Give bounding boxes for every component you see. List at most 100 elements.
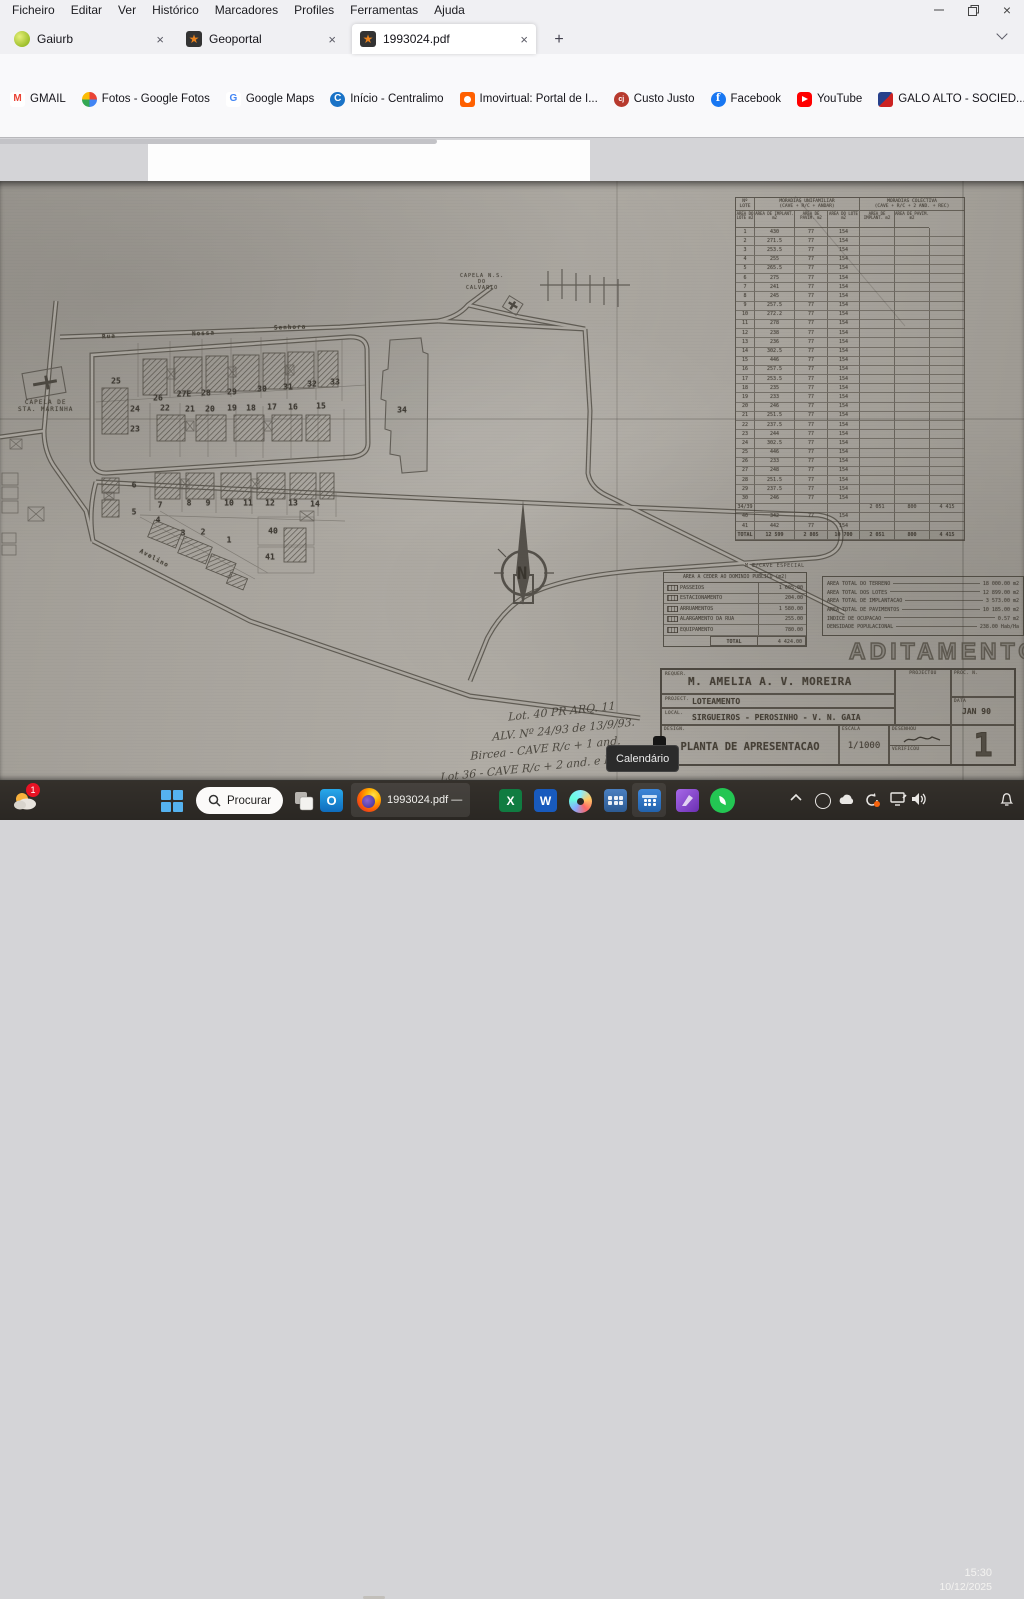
table-cell: 446 bbox=[754, 357, 794, 366]
lot-label-2: 2 bbox=[201, 528, 206, 537]
word-icon[interactable]: W bbox=[534, 789, 557, 812]
excel-icon[interactable]: X bbox=[499, 789, 522, 812]
horizontal-scrollbar[interactable] bbox=[0, 139, 437, 144]
bookmark-item[interactable]: fFacebook bbox=[711, 92, 782, 107]
calculator-icon[interactable] bbox=[604, 789, 627, 812]
requer-cell: REQUER. M. AMELIA A. V. MOREIRA bbox=[662, 670, 895, 694]
table-cell bbox=[929, 348, 964, 357]
table-cell: 154 bbox=[827, 292, 859, 301]
bookmark-item[interactable]: YouTube bbox=[797, 92, 862, 107]
table-cell: 77 bbox=[794, 265, 827, 274]
table-cell bbox=[894, 311, 929, 320]
table-cell: 77 bbox=[794, 495, 827, 504]
media-app-icon[interactable] bbox=[676, 789, 699, 812]
table-cell: 154 bbox=[827, 246, 859, 255]
cedencia-value: 780.00 bbox=[758, 625, 806, 635]
tab-close-icon[interactable]: × bbox=[328, 33, 336, 46]
stat-value: 12 899.00 m2 bbox=[983, 590, 1019, 596]
task-view-icon[interactable] bbox=[292, 789, 316, 813]
lot-label-18: 18 bbox=[246, 404, 256, 413]
sync-icon[interactable] bbox=[864, 792, 880, 808]
table-cell bbox=[929, 311, 964, 320]
menu-item-ver[interactable]: Ver bbox=[110, 1, 144, 19]
table-cell bbox=[894, 274, 929, 283]
tab-strip: Gaiurb × ★ Geoportal × ★ 1993024.pdf × + bbox=[0, 20, 1024, 54]
menu-item-ficheiro[interactable]: Ficheiro bbox=[4, 1, 63, 19]
table-cell bbox=[929, 393, 964, 402]
maps-favicon-icon: G bbox=[226, 92, 241, 107]
menu-item-ferramentas[interactable]: Ferramentas bbox=[342, 1, 426, 19]
table-cell: 77 bbox=[794, 403, 827, 412]
outlook-icon[interactable]: O bbox=[320, 789, 343, 812]
hatch-swatch-icon bbox=[667, 627, 678, 633]
cedencia-label: EQUIPAMENTO bbox=[680, 627, 758, 633]
table-cell: 10 bbox=[736, 311, 754, 320]
street-label-rua: Rua bbox=[102, 333, 116, 341]
minimize-icon[interactable] bbox=[922, 0, 956, 20]
table-cell: 233 bbox=[754, 458, 794, 467]
bookmark-item[interactable]: MGMAIL bbox=[10, 92, 66, 107]
table-cell: 154 bbox=[827, 476, 859, 485]
close-icon[interactable]: × bbox=[990, 0, 1024, 20]
tab-pdf-active[interactable]: ★ 1993024.pdf × bbox=[352, 24, 536, 54]
pdf-viewer-content[interactable]: Rua Nossa Senhora Avelino CAPELA DE STA.… bbox=[0, 138, 1024, 780]
tray-expand-icon[interactable] bbox=[790, 794, 802, 801]
table-cell bbox=[894, 375, 929, 384]
table-cell bbox=[859, 228, 894, 237]
table-cell: 154 bbox=[827, 467, 859, 476]
table-cell: 342 bbox=[754, 513, 794, 522]
restore-icon[interactable] bbox=[956, 0, 990, 20]
tab-close-icon[interactable]: × bbox=[520, 33, 528, 46]
tab-close-icon[interactable]: × bbox=[156, 33, 164, 46]
lot-label-12: 12 bbox=[265, 499, 275, 508]
window-controls: × bbox=[922, 0, 1024, 20]
signature-scribble bbox=[902, 734, 942, 744]
bookmark-item[interactable]: cjCusto Justo bbox=[614, 92, 695, 107]
whatsapp-icon[interactable] bbox=[710, 788, 735, 813]
lot-label-17: 17 bbox=[267, 403, 277, 412]
table-cell: 246 bbox=[754, 403, 794, 412]
bookmark-item[interactable]: GGoogle Maps bbox=[226, 92, 314, 107]
taskbar-search[interactable]: Procurar bbox=[196, 787, 283, 814]
tab-geoportal[interactable]: ★ Geoportal × bbox=[178, 24, 344, 54]
bookmark-item[interactable]: Imovirtual: Portal de I... bbox=[460, 92, 598, 107]
taskbar-clock[interactable]: 15:30 10/12/2025 bbox=[928, 1566, 992, 1594]
menu-item-histórico[interactable]: Histórico bbox=[144, 1, 207, 19]
table-cell: 77 bbox=[794, 283, 827, 292]
aditamento-heading: ADITAMENTO bbox=[849, 638, 1024, 665]
gaiurb-favicon-icon bbox=[14, 31, 30, 47]
stat-value: 0.57 m2 bbox=[998, 616, 1019, 622]
table-cell: 77 bbox=[794, 393, 827, 402]
menu-item-editar[interactable]: Editar bbox=[63, 1, 110, 19]
table-corner: Nº LOTE bbox=[736, 198, 754, 211]
onedrive-cloud-icon[interactable] bbox=[838, 793, 856, 805]
notification-bell-icon[interactable] bbox=[999, 792, 1014, 807]
tab-gaiurb[interactable]: Gaiurb × bbox=[6, 24, 172, 54]
menu-item-marcadores[interactable]: Marcadores bbox=[207, 1, 286, 19]
bookmark-item[interactable]: GALO ALTO - SOCIED... bbox=[878, 92, 1024, 107]
table-cell: 20 bbox=[736, 403, 754, 412]
tray-ring-icon[interactable] bbox=[815, 793, 831, 809]
table-cell: 800 bbox=[894, 531, 929, 540]
start-button[interactable] bbox=[160, 789, 184, 813]
menu-item-profiles[interactable]: Profiles bbox=[286, 1, 342, 19]
table-cell: 2 051 bbox=[859, 504, 894, 513]
display-pen-icon[interactable] bbox=[890, 792, 907, 807]
menu-item-ajuda[interactable]: Ajuda bbox=[426, 1, 473, 19]
table-cell: 12 599 bbox=[754, 531, 794, 540]
bookmark-item[interactable]: Fotos - Google Fotos bbox=[82, 92, 210, 107]
new-tab-button[interactable]: + bbox=[546, 27, 572, 53]
table-cell: 77 bbox=[794, 430, 827, 439]
firefox-active-task[interactable]: 1993024.pdf — Mozilla I bbox=[351, 783, 470, 817]
disc-burner-icon[interactable] bbox=[568, 789, 592, 813]
table-cell bbox=[859, 329, 894, 338]
list-all-tabs-icon[interactable] bbox=[996, 28, 1007, 39]
table-row: 29237.577154 bbox=[736, 485, 964, 494]
bookmark-item[interactable]: CInício - Centralimo bbox=[330, 92, 443, 107]
volume-icon[interactable] bbox=[911, 792, 927, 806]
calendar-icon[interactable] bbox=[638, 789, 661, 812]
table-cell bbox=[929, 228, 964, 237]
table-cell: 154 bbox=[827, 283, 859, 292]
table-row: 24302.577154 bbox=[736, 439, 964, 448]
table-cell: 77 bbox=[794, 467, 827, 476]
